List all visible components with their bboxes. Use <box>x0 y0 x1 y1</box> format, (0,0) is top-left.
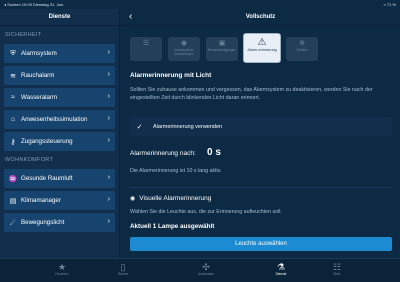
tab-mehr[interactable]: ☷ Mehr <box>307 262 367 277</box>
more-icon: ☷ <box>332 262 342 272</box>
sidebar-item-klimamanager[interactable]: ▤ Klimamanager › <box>4 191 115 210</box>
delay-label: Alarmerinnerung nach: <box>130 150 196 157</box>
star-icon: ★ <box>57 262 67 272</box>
sidebar-item-label: Bewegungslicht <box>21 219 65 226</box>
checkbox-label: Alarmerinnerung verwenden <box>153 123 223 130</box>
tile-weitere[interactable]: ⊕ Weitere <box>286 37 318 61</box>
delay-value[interactable]: 0 s <box>207 147 221 158</box>
tile-alarmerinnerung[interactable]: ⚠ Alarm-erinnerung <box>243 33 281 63</box>
sidebar-item-label: Anwesenheitssimulation <box>21 116 88 123</box>
chevron-right-icon: › <box>107 115 110 122</box>
tab-raeume[interactable]: ▯ Räume <box>93 262 153 277</box>
warning-icon: ⚠ <box>257 37 267 48</box>
status-bar: ◂ Suchen 10:09 Dienstag 31. Jan. ≈ 71 % <box>0 0 400 9</box>
tab-label: Räume <box>117 272 129 276</box>
sidebar-item-label: Rauchalarm <box>21 72 55 79</box>
lamp-count: Aktuell 1 Lampe ausgewählt <box>130 223 215 230</box>
divider <box>130 187 392 188</box>
select-lamp-button[interactable]: Leuchte auswählen <box>130 237 392 251</box>
sidebar-item-label: Wasseralarm <box>21 94 58 101</box>
sidebar-item-label: Zugangssteuerung <box>21 138 73 145</box>
automation-icon: ✣ <box>202 262 210 272</box>
reminder-toggle-row[interactable]: ✓ Alarmerinnerung verwenden <box>130 117 392 136</box>
tile-label: Alarm-erinnerung <box>247 48 277 52</box>
tile-label: Benachrichtigungen <box>207 48 237 52</box>
page-title: Vollschutz <box>245 14 276 20</box>
section-description: Sollten Sie zuhause ankommen und vergess… <box>130 87 373 101</box>
status-right: ≈ 71 % <box>383 2 396 7</box>
tab-automation[interactable]: ✣ Automation <box>176 262 236 277</box>
tab-label: Dienste <box>275 272 287 276</box>
tab-label: Mehr <box>333 272 341 276</box>
chevron-right-icon: › <box>107 196 110 203</box>
main-header: ‹ Vollschutz <box>121 9 400 26</box>
sidebar-item-rauchalarm[interactable]: ≋ Rauchalarm › <box>4 66 115 85</box>
list-icon: ☰ <box>142 40 150 47</box>
shield-icon: ⛨ <box>10 49 16 57</box>
eye-icon: ◉ <box>130 196 136 202</box>
sidebar-item-wasseralarm[interactable]: ≈ Wasseralarm › <box>4 88 115 107</box>
bell-icon: ▣ <box>218 40 226 47</box>
tile-label: Alarmsystem-Einstellungen <box>174 48 194 56</box>
chevron-right-icon: › <box>107 218 110 225</box>
air-icon: ♒ <box>8 175 18 183</box>
visual-reminder-label: Visuelle Alarmerinnerung <box>139 195 212 202</box>
sidebar-item-label: Alarmsystem <box>21 50 57 57</box>
visual-reminder-title: ◉ Visuelle Alarmerinnerung <box>130 195 211 202</box>
chevron-right-icon: › <box>107 93 110 100</box>
chevron-right-icon: › <box>107 174 110 181</box>
chevron-right-icon: › <box>107 71 110 78</box>
flask-icon: ⚗ <box>276 262 286 272</box>
tab-label: Favoriten <box>55 272 69 276</box>
checkmark-icon[interactable]: ✓ <box>134 121 145 132</box>
sidebar-item-anwesenheitssimulation[interactable]: ⌂ Anwesenheitssimulation › <box>4 110 115 129</box>
tile-list[interactable]: ☰ <box>130 37 162 61</box>
chevron-right-icon: › <box>107 49 110 56</box>
climate-icon: ▤ <box>9 197 17 205</box>
sidebar-item-gesunde-raumluft[interactable]: ♒ Gesunde Raumluft › <box>4 169 115 188</box>
sidebar-item-label: Gesunde Raumluft <box>21 175 73 182</box>
key-icon: ⚷ <box>10 138 16 146</box>
door-icon: ▯ <box>120 262 126 272</box>
main-panel: ‹ Vollschutz ☰ ◉ Alarmsystem-Einstellung… <box>121 9 400 258</box>
tab-bar: ★ Favoriten ▯ Räume ✣ Automation ⚗ Diens… <box>0 258 400 282</box>
tab-dienste[interactable]: ⚗ Dienste <box>251 262 311 277</box>
tile-benachrichtigungen[interactable]: ▣ Benachrichtigungen <box>206 37 238 61</box>
back-chevron-icon[interactable]: ‹ <box>129 11 132 22</box>
section-heading: Alarmerinnerung mit Licht <box>130 72 212 79</box>
sidebar-item-bewegungslicht[interactable]: ☄ Bewegungslicht › <box>4 213 115 232</box>
water-icon: ≈ <box>11 94 15 101</box>
tile-einstellungen[interactable]: ◉ Alarmsystem-Einstellungen <box>168 37 200 61</box>
tab-favoriten[interactable]: ★ Favoriten <box>32 262 92 277</box>
sidebar-item-label: Klimamanager <box>21 197 61 204</box>
section-title-wohnkomfort: WOHNKOMFORT <box>5 157 54 163</box>
motion-light-icon: ☄ <box>9 219 17 227</box>
visual-reminder-description: Wählen Sie die Leuchte aus, die zur Erin… <box>130 209 282 215</box>
tile-label: Weitere <box>296 48 308 52</box>
more-icon: ⊕ <box>299 40 305 47</box>
tab-label: Automation <box>197 272 215 276</box>
sidebar-item-alarmsystem[interactable]: ⛨ Alarmsystem › <box>4 44 115 63</box>
chevron-right-icon: › <box>107 137 110 144</box>
eye-icon: ◉ <box>180 40 188 47</box>
house-icon: ⌂ <box>10 116 16 123</box>
sidebar-item-zugangssteuerung[interactable]: ⚷ Zugangssteuerung › <box>4 132 115 151</box>
sidebar-title: Dienste <box>0 9 119 26</box>
status-left: ◂ Suchen 10:09 Dienstag 31. Jan. <box>4 2 65 7</box>
section-title-sicherheit: SICHERHEIT <box>5 32 42 38</box>
sidebar: Dienste SICHERHEIT ⛨ Alarmsystem › ≋ Rau… <box>0 9 120 258</box>
delay-info: Die Alarmerinnerung ist 10 s lang aktiv. <box>130 168 222 174</box>
smoke-icon: ≋ <box>10 72 16 80</box>
